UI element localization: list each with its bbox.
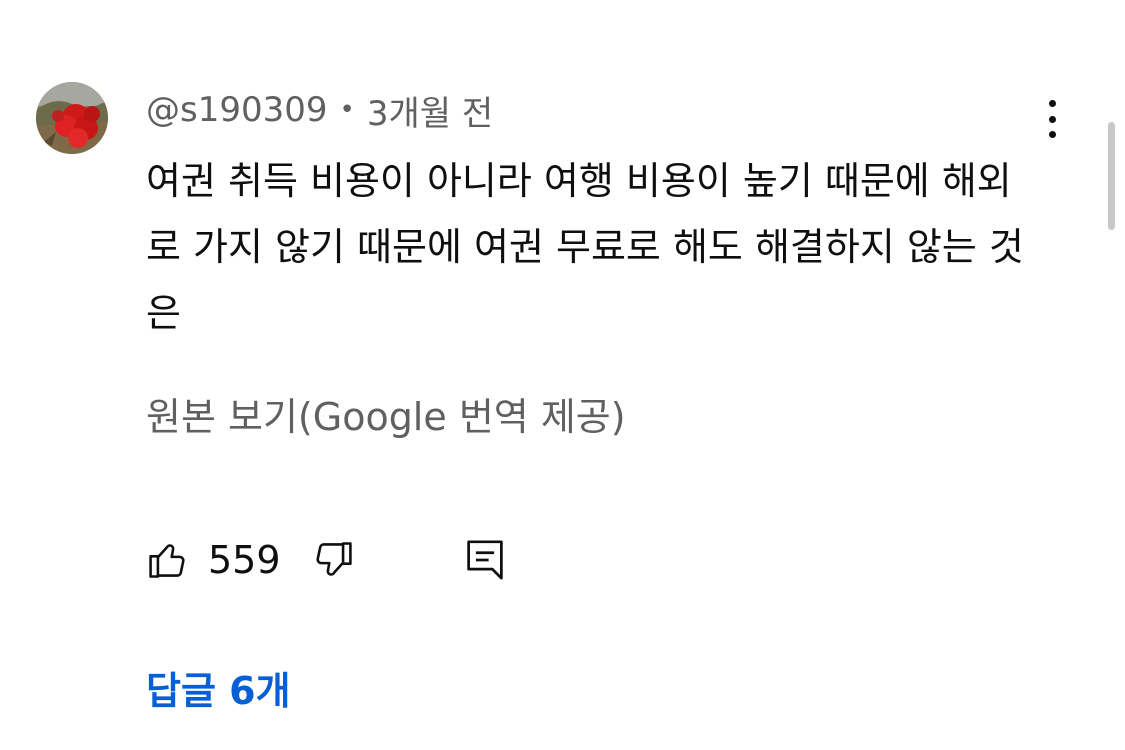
comment-actions: 559 bbox=[146, 534, 505, 586]
comment-text: 여권 취득 비용이 아니라 여행 비용이 높기 때문에 해외로 가지 않기 때문… bbox=[146, 159, 1024, 335]
more-vertical-icon[interactable] bbox=[1034, 96, 1070, 142]
comment-meta: @s190309 • 3개월 전 bbox=[146, 86, 493, 134]
view-original-link[interactable]: 원본 보기(Google 번역 제공) bbox=[146, 386, 626, 441]
scrollbar[interactable] bbox=[1108, 122, 1115, 230]
like-count: 559 bbox=[208, 538, 281, 582]
comment-time: 3개월 전 bbox=[366, 93, 494, 134]
comment-reply-icon[interactable] bbox=[465, 538, 505, 582]
avatar[interactable] bbox=[36, 82, 108, 154]
meta-separator: • bbox=[339, 95, 355, 125]
avatar-image bbox=[36, 82, 108, 154]
thumbs-down-icon[interactable] bbox=[311, 538, 355, 582]
author-handle[interactable]: @s190309 bbox=[146, 90, 328, 130]
thumbs-up-icon[interactable] bbox=[146, 538, 190, 582]
replies-toggle[interactable]: 답글 6개 bbox=[146, 660, 291, 715]
